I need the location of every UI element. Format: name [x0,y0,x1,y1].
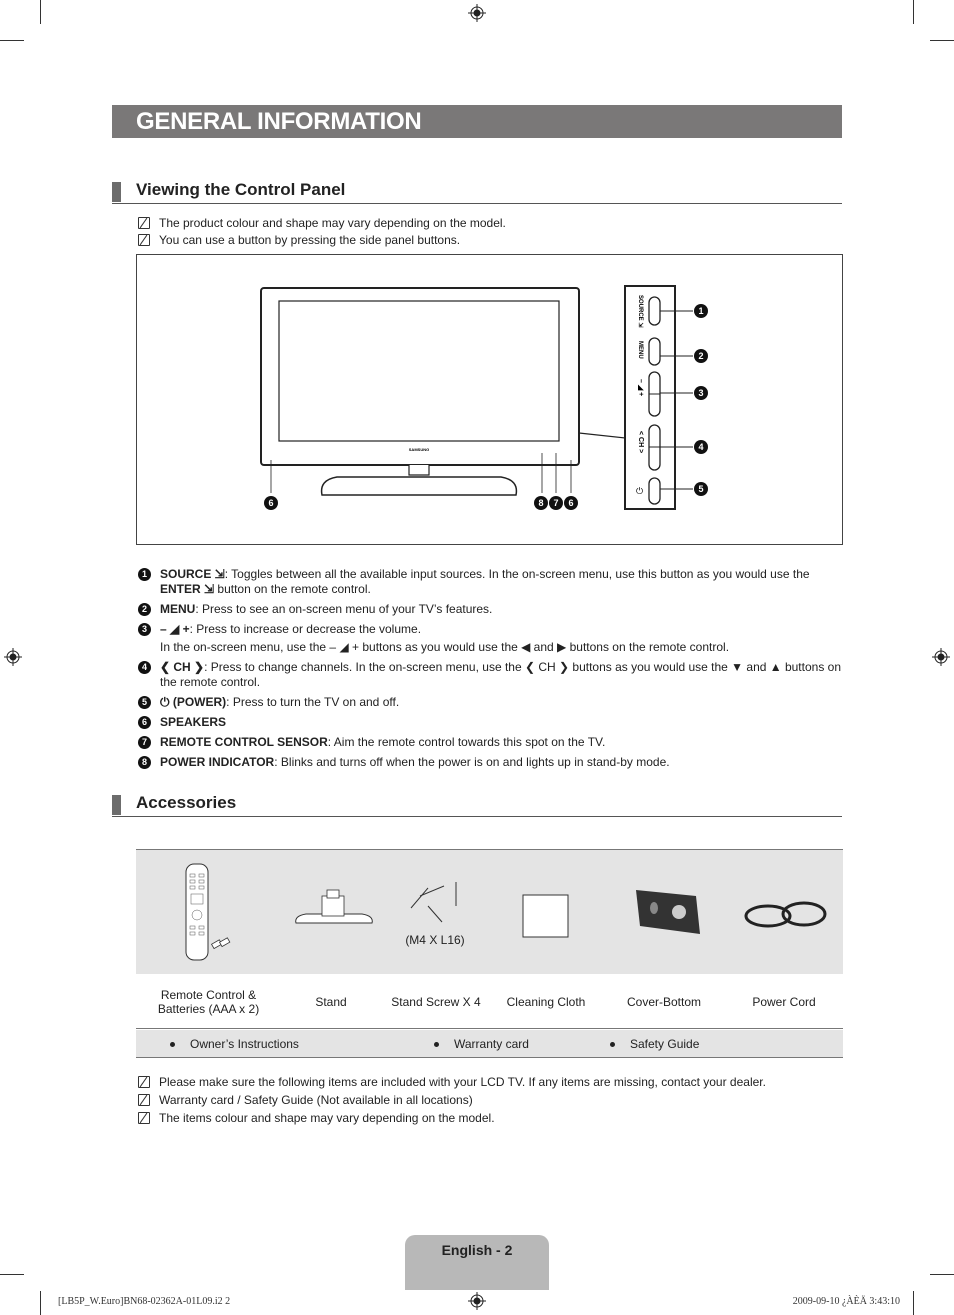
accessory-cover-bottom: Cover-Bottom [626,994,702,1009]
accessory-stand: Stand [315,994,347,1009]
control-description-6: 6 SPEAKERS [138,715,843,730]
power-cord-icon [744,901,827,928]
crop-mark [40,0,41,24]
svg-text:1: 1 [698,306,703,316]
note-icon [138,1094,150,1106]
control-description-4: 4 ❮ CH ❯: Press to change channels. In t… [138,660,843,690]
registration-mark-icon [4,648,22,666]
document-warranty-card: Warranty card [434,1037,529,1051]
accessory-remote-control: Remote Control & Batteries (AAA x 2) [157,987,260,1016]
page-number-tab: English - 2 [405,1235,549,1290]
accessories-images-row: (M4 X L16) [136,850,843,974]
stand-screw-icon [410,882,457,923]
accessory-power-cord: Power Cord [752,994,816,1009]
svg-text:3: 3 [698,388,703,398]
control-description-3: 3 – ◢ +: Press to increase or decrease t… [138,622,843,655]
note: You can use a button by pressing the sid… [138,233,460,247]
control-description-5: 5 ⏻ (POWER): Press to turn the TV on and… [138,695,843,710]
note-icon [138,1112,150,1124]
accessories-labels-row: Remote Control & Batteries (AAA x 2) Sta… [136,974,843,1029]
cleaning-cloth-icon [522,894,569,938]
bullet-icon [170,1041,175,1047]
svg-text:6: 6 [268,498,273,508]
accessory-cleaning-cloth: Cleaning Cloth [506,994,586,1009]
registration-mark-icon [468,1292,486,1310]
print-info-left: [LB5P_W.Euro]BN68-02362A-01L09.i2 2 [58,1296,231,1307]
control-description-2: 2 MENU: Press to see an on-screen menu o… [138,602,843,617]
screw-spec: (M4 X L16) [405,933,464,947]
tv-illustration: SAMSUNG SOURCE ⇲ MENU – ◢ + < CH > ⏻ 1 2… [260,285,708,510]
crop-mark [0,40,24,41]
page-title: GENERAL INFORMATION [136,108,422,135]
document-owners-instructions: Owner’s Instructions [170,1037,299,1051]
note: Warranty card / Safety Guide (Not availa… [138,1093,473,1107]
stand-icon [295,889,373,924]
registration-mark-icon [468,4,486,22]
control-description-8: 8 POWER INDICATOR: Blinks and turns off … [138,755,843,770]
section-marker [112,795,121,815]
control-description-1: 1 SOURCE ⇲: Toggles between all the avai… [138,567,843,597]
section-title: Accessories [136,793,237,812]
crop-mark [913,1291,914,1315]
section-heading-control-panel: Viewing the Control Panel [112,180,842,204]
section-heading-accessories: Accessories [112,793,842,817]
svg-text:– ◢ +: – ◢ + [637,379,644,396]
note: Please make sure the following items are… [138,1075,766,1089]
note-icon [138,1076,150,1088]
crop-mark [0,1274,24,1275]
svg-text:4: 4 [698,442,703,452]
control-panel-diagram: SAMSUNG SOURCE ⇲ MENU – ◢ + < CH > ⏻ 1 2… [136,254,843,545]
document-safety-guide: Safety Guide [610,1037,699,1051]
svg-text:< CH >: < CH > [637,431,644,453]
note-icon [138,234,150,246]
section-title: Viewing the Control Panel [136,180,346,199]
print-info-right: 2009-09-10 ¿ÀÈÄ 3:43:10 [792,1296,900,1307]
svg-text:SAMSUNG: SAMSUNG [409,447,429,452]
svg-text:7: 7 [553,498,558,508]
accessories-table: (M4 X L16) Remote Control & Batteries (A… [136,849,843,1058]
svg-text:5: 5 [698,484,703,494]
note: The items colour and shape may vary depe… [138,1111,495,1125]
note-icon [138,217,150,229]
section-marker [112,182,121,202]
cover-bottom-icon [636,890,700,934]
svg-text:8: 8 [538,498,543,508]
page-title-bar: GENERAL INFORMATION [112,105,842,138]
crop-mark [930,1274,954,1275]
accessories-documents-row: Owner’s Instructions Warranty card Safet… [136,1030,843,1058]
svg-text:SOURCE ⇲: SOURCE ⇲ [637,295,644,327]
accessory-stand-screw: Stand Screw X 4 [391,994,481,1009]
remote-control-icon [185,863,231,961]
page-number: English - 2 [441,1242,513,1258]
crop-mark [40,1291,41,1315]
bullet-icon [610,1041,615,1047]
svg-text:⏻: ⏻ [636,486,643,497]
bullet-icon [434,1041,439,1047]
svg-text:6: 6 [568,498,573,508]
registration-mark-icon [932,648,950,666]
note: The product colour and shape may vary de… [138,216,506,230]
crop-mark [913,0,914,24]
svg-text:MENU: MENU [637,341,643,359]
svg-text:2: 2 [698,351,703,361]
crop-mark [930,40,954,41]
control-description-7: 7 REMOTE CONTROL SENSOR: Aim the remote … [138,735,843,750]
